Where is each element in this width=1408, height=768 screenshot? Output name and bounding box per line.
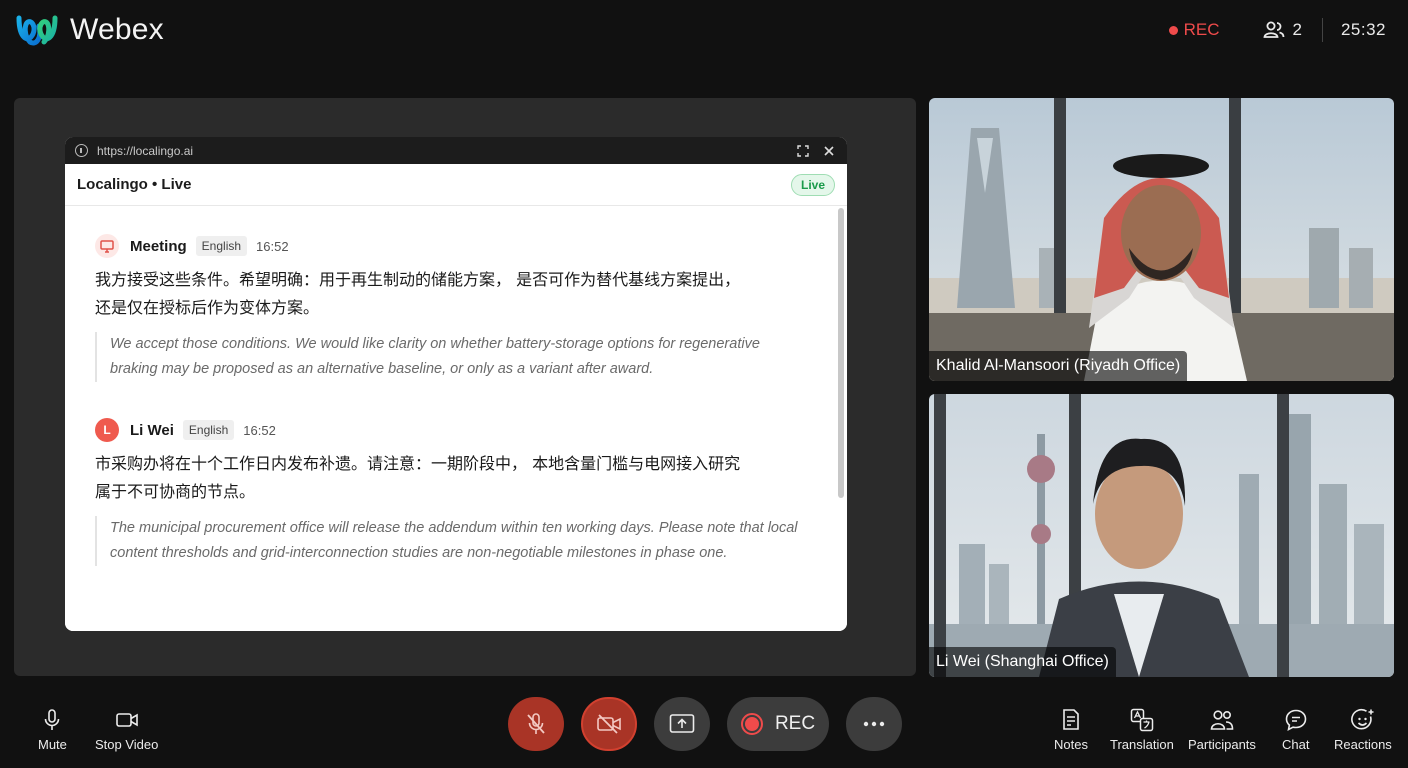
microphone-icon (45, 709, 60, 730)
meeting-timer: 25:32 (1340, 20, 1386, 39)
record-dot-icon (1168, 25, 1178, 35)
record-icon (740, 713, 763, 735)
top-bar: Webex REC 2 25:32 (0, 0, 1408, 62)
participant-name: Khalid Al-Mansoori (Riyadh Office) (929, 351, 1188, 381)
app-name: Webex (70, 13, 164, 46)
transcript-panel[interactable]: Meeting English 16:52 我方接受这些条件。希望明确：用于再生… (65, 206, 847, 631)
chat-icon (1285, 709, 1307, 731)
brand: Webex (16, 12, 164, 48)
shared-browser-window: https://localingo.ai Localingo • Live Li… (65, 137, 847, 631)
live-status-badge: Live (790, 173, 835, 196)
recording-label: REC (1183, 20, 1220, 39)
mute-label: Mute (38, 737, 67, 752)
mic-off-icon (527, 713, 545, 734)
chat-label: Chat (1282, 737, 1310, 752)
participant-name: Li Wei (Shanghai Office) (929, 647, 1116, 677)
participant-count[interactable]: 2 (1263, 20, 1302, 40)
video-off-icon (597, 714, 621, 734)
participants-button[interactable]: Participants (1188, 708, 1256, 752)
original-line: 还是仅在授标后作为变体方案。 (95, 298, 320, 317)
reactions-button[interactable]: Reactions (1334, 708, 1392, 752)
participant-video-tile[interactable]: Khalid Al-Mansoori (Riyadh Office) (929, 98, 1394, 381)
translation-icon (1130, 708, 1154, 732)
notes-icon (1063, 709, 1079, 730)
transcript-entry: Meeting English 16:52 我方接受这些条件。希望明确：用于再生… (95, 234, 807, 382)
record-label: REC (774, 713, 816, 734)
language-tag: English (195, 236, 248, 256)
meeting-controls-bar: Mute Stop Video REC Notes Translation Pa… (0, 688, 1408, 768)
transcript-fade (65, 571, 847, 631)
divider (1321, 18, 1323, 42)
original-text: 市采购办将在十个工作日内发布补遗。请注意：一期阶段中， 本地含量门槛与电网接入研… (95, 450, 807, 506)
original-line: 我方接受这些条件。希望明确：用于再生制动的储能方案， 是否可作为替代基线方案提出… (95, 270, 741, 289)
notes-button[interactable]: Notes (1054, 708, 1088, 752)
mute-button[interactable]: Mute (38, 708, 67, 752)
screen-icon (95, 234, 119, 258)
entry-time: 16:52 (243, 422, 276, 438)
participant-count-value: 2 (1292, 20, 1302, 39)
start-video-button[interactable] (581, 697, 637, 751)
info-icon (75, 144, 88, 157)
video-icon (115, 713, 138, 727)
participant-video (929, 98, 1394, 381)
unmute-button[interactable] (508, 697, 564, 751)
localingo-header: Localingo • Live Live (65, 164, 847, 206)
entry-time: 16:52 (256, 238, 289, 254)
participant-video-tile[interactable]: Li Wei (Shanghai Office) (929, 394, 1394, 677)
translation-label: Translation (1110, 737, 1174, 752)
reactions-icon (1351, 708, 1374, 730)
expand-icon[interactable] (795, 143, 811, 159)
speaker-avatar: L (95, 418, 119, 442)
translated-text: We accept those conditions. We would lik… (95, 332, 807, 382)
record-button[interactable]: REC (727, 697, 829, 751)
original-line: 市采购办将在十个工作日内发布补遗。请注意：一期阶段中， 本地含量门槛与电网接入研… (95, 454, 741, 473)
speaker-name: Meeting (130, 237, 187, 255)
entry-header: L Li Wei English 16:52 (95, 418, 807, 442)
speaker-name: Li Wei (130, 421, 174, 439)
people-icon (1263, 21, 1285, 38)
close-icon[interactable] (821, 143, 837, 159)
more-options-button[interactable] (846, 697, 902, 751)
browser-address-bar: https://localingo.ai (65, 137, 847, 164)
entry-header: Meeting English 16:52 (95, 234, 807, 258)
shared-screen-stage: https://localingo.ai Localingo • Live Li… (14, 98, 916, 676)
transcript-entry: L Li Wei English 16:52 市采购办将在十个工作日内发布补遗。… (95, 418, 807, 566)
participants-icon (1210, 710, 1234, 730)
original-line: 属于不可协商的节点。 (95, 482, 256, 501)
browser-url: https://localingo.ai (97, 143, 194, 158)
webex-logo (16, 15, 58, 46)
language-tag: English (182, 420, 235, 440)
recording-indicator: REC (1168, 20, 1220, 40)
localingo-title: Localingo • Live (77, 176, 192, 193)
participant-video (929, 394, 1394, 677)
participants-label: Participants (1188, 737, 1256, 752)
top-status: REC 2 25:32 (1168, 16, 1386, 44)
translated-text: The municipal procurement office will re… (95, 516, 807, 566)
stop-video-label: Stop Video (95, 737, 159, 752)
original-text: 我方接受这些条件。希望明确：用于再生制动的储能方案， 是否可作为替代基线方案提出… (95, 266, 807, 322)
reactions-label: Reactions (1334, 737, 1392, 752)
chat-button[interactable]: Chat (1282, 708, 1309, 752)
stop-video-button[interactable]: Stop Video (95, 708, 158, 752)
more-icon (863, 721, 885, 727)
share-screen-button[interactable] (654, 697, 710, 751)
share-icon (669, 714, 695, 733)
translation-button[interactable]: Translation (1110, 708, 1174, 752)
transcript-scrollbar[interactable] (838, 208, 844, 498)
notes-label: Notes (1054, 737, 1088, 752)
